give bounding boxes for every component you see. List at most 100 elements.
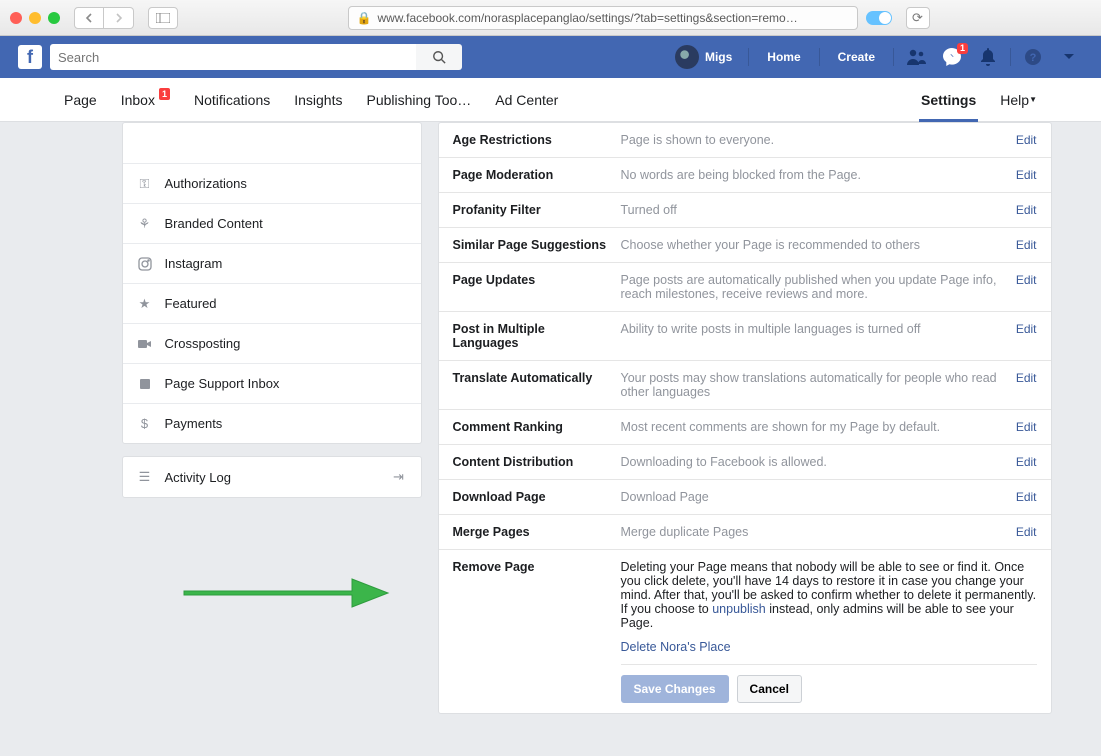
window-controls — [10, 12, 60, 24]
setting-row: Similar Page SuggestionsChoose whether y… — [439, 227, 1051, 262]
sidebar-item-authorizations[interactable]: ⚿Authorizations — [123, 163, 421, 203]
edit-link[interactable]: Edit — [1016, 490, 1037, 504]
edit-link[interactable]: Edit — [1016, 322, 1037, 350]
tab-settings[interactable]: Settings — [909, 78, 988, 122]
setting-row: Profanity FilterTurned offEdit — [439, 192, 1051, 227]
annotation-arrow — [182, 573, 392, 613]
setting-row: Post in Multiple Languages Ability to wri… — [439, 311, 1051, 360]
setting-label: Translate Automatically — [453, 371, 609, 399]
video-icon — [137, 339, 153, 349]
tab-notifications[interactable]: Notifications — [182, 78, 282, 122]
messenger-badge: 1 — [957, 43, 968, 54]
settings-sidebar: ⚿Authorizations ⚘Branded Content Instagr… — [122, 122, 422, 444]
create-link[interactable]: Create — [828, 50, 885, 64]
activity-log-panel: ☰Activity Log ⇥ — [122, 456, 422, 498]
setting-value: Merge duplicate Pages — [621, 525, 1004, 539]
edit-link[interactable]: Edit — [1016, 455, 1037, 469]
address-bar[interactable]: 🔒 www.facebook.com/norasplacepanglao/set… — [348, 6, 858, 30]
setting-label: Profanity Filter — [453, 203, 609, 217]
svg-text:?: ? — [1030, 52, 1037, 64]
setting-label: Remove Page — [453, 560, 609, 703]
setting-value: Choose whether your Page is recommended … — [621, 238, 1004, 252]
unpublish-link[interactable]: unpublish — [712, 602, 766, 616]
tab-page[interactable]: Page — [52, 78, 109, 122]
close-window[interactable] — [10, 12, 22, 24]
search-button[interactable] — [416, 44, 462, 70]
setting-label: Age Restrictions — [453, 133, 609, 147]
reader-toggle[interactable] — [866, 11, 892, 25]
setting-row-remove-page: Remove PageDeleting your Page means that… — [439, 549, 1051, 713]
open-icon: ⇥ — [391, 469, 407, 485]
facebook-topbar: f Migs Home Create 1 ? — [0, 36, 1101, 78]
setting-value: Page is shown to everyone. — [621, 133, 1004, 147]
setting-value: No words are being blocked from the Page… — [621, 168, 1004, 182]
tab-ad-center[interactable]: Ad Center — [483, 78, 570, 122]
setting-row: Translate AutomaticallyYour posts may sh… — [439, 360, 1051, 409]
edit-link[interactable]: Edit — [1016, 371, 1037, 399]
setting-row: Page UpdatesPage posts are automatically… — [439, 262, 1051, 311]
back-button[interactable] — [74, 7, 104, 29]
cancel-button[interactable]: Cancel — [737, 675, 802, 703]
sidebar-item-partial[interactable] — [123, 123, 421, 163]
help-icon[interactable]: ? — [1019, 48, 1047, 66]
star-icon: ★ — [137, 296, 153, 312]
edit-link[interactable]: Edit — [1016, 203, 1037, 217]
search-input[interactable] — [50, 44, 416, 70]
setting-value: Download Page — [621, 490, 1004, 504]
tab-inbox[interactable]: Inbox1 — [109, 78, 182, 122]
user-name: Migs — [705, 50, 732, 64]
page-subnav: Page Inbox1 Notifications Insights Publi… — [0, 78, 1101, 122]
maximize-window[interactable] — [48, 12, 60, 24]
avatar — [675, 45, 699, 69]
edit-link[interactable]: Edit — [1016, 168, 1037, 182]
browser-chrome: 🔒 www.facebook.com/norasplacepanglao/set… — [0, 0, 1101, 36]
tab-insights[interactable]: Insights — [282, 78, 354, 122]
setting-row: Download PageDownload PageEdit — [439, 479, 1051, 514]
url-text: www.facebook.com/norasplacepanglao/setti… — [377, 11, 797, 25]
setting-label: Merge Pages — [453, 525, 609, 539]
forward-button[interactable] — [104, 7, 134, 29]
setting-row: Comment Ranking Most recent comments are … — [439, 409, 1051, 444]
notifications-icon[interactable] — [974, 47, 1002, 67]
edit-link[interactable]: Edit — [1016, 133, 1037, 147]
messenger-icon[interactable]: 1 — [938, 47, 966, 67]
setting-value: Most recent comments are shown for my Pa… — [621, 420, 1004, 434]
settings-table: Age Restrictions Page is shown to everyon… — [438, 122, 1052, 714]
friend-requests-icon[interactable] — [902, 48, 930, 66]
sidebar-item-branded[interactable]: ⚘Branded Content — [123, 203, 421, 243]
setting-value: Page posts are automatically published w… — [621, 273, 1004, 301]
instagram-icon — [137, 257, 153, 271]
edit-link[interactable]: Edit — [1016, 238, 1037, 252]
setting-row: Age Restrictions Page is shown to everyon… — [439, 123, 1051, 157]
activity-log-link[interactable]: ☰Activity Log ⇥ — [123, 457, 421, 497]
tab-help[interactable]: Help ▼ — [988, 78, 1049, 122]
profile-link[interactable]: Migs — [667, 45, 740, 69]
edit-link[interactable]: Edit — [1016, 525, 1037, 539]
tab-publishing[interactable]: Publishing Too… — [354, 78, 483, 122]
delete-page-link[interactable]: Delete Nora's Place — [621, 640, 731, 654]
setting-label: Comment Ranking — [453, 420, 609, 434]
setting-row: Merge Pages Merge duplicate Pages Edit — [439, 514, 1051, 549]
setting-value: Ability to write posts in multiple langu… — [621, 322, 1004, 350]
home-link[interactable]: Home — [757, 50, 810, 64]
setting-row: Page ModerationNo words are being blocke… — [439, 157, 1051, 192]
sidebar-item-support[interactable]: Page Support Inbox — [123, 363, 421, 403]
reload-button[interactable]: ⟳ — [906, 7, 930, 29]
setting-label: Content Distribution — [453, 455, 609, 469]
edit-link[interactable]: Edit — [1016, 420, 1037, 434]
inbox-badge: 1 — [159, 88, 170, 100]
key-icon: ⚿ — [137, 176, 153, 192]
sidebar-toggle[interactable] — [148, 7, 178, 29]
dropdown-arrow-icon[interactable] — [1055, 53, 1083, 61]
minimize-window[interactable] — [29, 12, 41, 24]
sidebar-item-payments[interactable]: $Payments — [123, 403, 421, 443]
search-bar — [50, 44, 462, 70]
edit-link[interactable]: Edit — [1016, 273, 1037, 301]
facebook-logo[interactable]: f — [18, 45, 42, 69]
sidota-item-featured[interactable]: ★Featured — [123, 283, 421, 323]
setting-label: Post in Multiple Languages — [453, 322, 609, 350]
save-changes-button[interactable]: Save Changes — [621, 675, 729, 703]
sidebar-item-instagram[interactable]: Instagram — [123, 243, 421, 283]
sidebar-item-crossposting[interactable]: Crossposting — [123, 323, 421, 363]
dollar-icon: $ — [137, 416, 153, 431]
